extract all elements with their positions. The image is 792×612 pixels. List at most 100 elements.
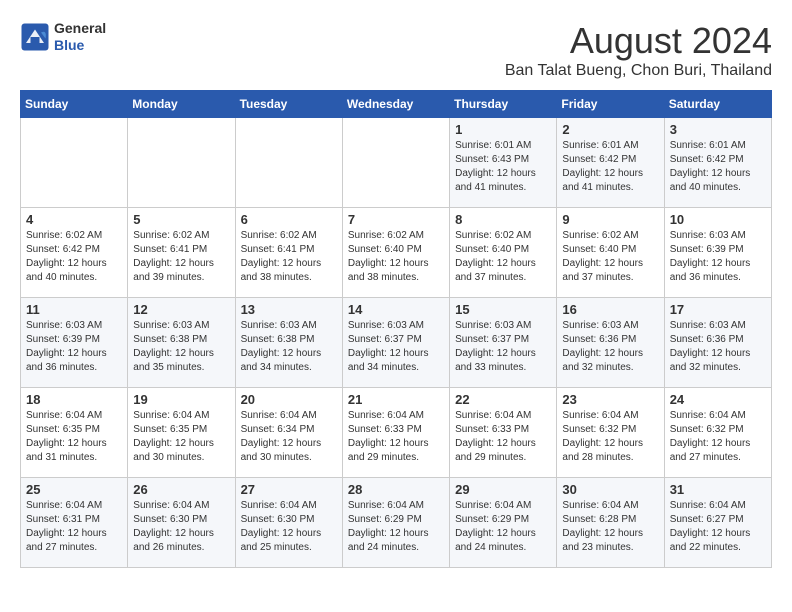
calendar-cell: 25 Sunrise: 6:04 AM Sunset: 6:31 PM Dayli… <box>21 478 128 568</box>
day-info: Sunrise: 6:04 AM Sunset: 6:27 PM Dayligh… <box>670 499 766 555</box>
day-info: Sunrise: 6:02 AM Sunset: 6:41 PM Dayligh… <box>133 229 229 285</box>
day-number: 21 <box>348 392 444 407</box>
day-info: Sunrise: 6:02 AM Sunset: 6:40 PM Dayligh… <box>348 229 444 285</box>
day-info: Sunrise: 6:03 AM Sunset: 6:36 PM Dayligh… <box>562 319 658 375</box>
calendar-cell: 24 Sunrise: 6:04 AM Sunset: 6:32 PM Dayli… <box>664 388 771 478</box>
calendar-cell <box>128 118 235 208</box>
day-info: Sunrise: 6:04 AM Sunset: 6:33 PM Dayligh… <box>348 409 444 465</box>
day-info: Sunrise: 6:03 AM Sunset: 6:38 PM Dayligh… <box>241 319 337 375</box>
day-info: Sunrise: 6:03 AM Sunset: 6:38 PM Dayligh… <box>133 319 229 375</box>
day-number: 23 <box>562 392 658 407</box>
day-number: 14 <box>348 302 444 317</box>
col-header-wednesday: Wednesday <box>342 91 449 118</box>
calendar-cell: 29 Sunrise: 6:04 AM Sunset: 6:29 PM Dayli… <box>450 478 557 568</box>
logo-blue: Blue <box>54 37 106 54</box>
day-number: 29 <box>455 482 551 497</box>
month-year-title: August 2024 <box>505 20 772 62</box>
day-number: 3 <box>670 122 766 137</box>
calendar-cell: 28 Sunrise: 6:04 AM Sunset: 6:29 PM Dayli… <box>342 478 449 568</box>
calendar-cell: 5 Sunrise: 6:02 AM Sunset: 6:41 PM Daylig… <box>128 208 235 298</box>
day-number: 9 <box>562 212 658 227</box>
day-number: 11 <box>26 302 122 317</box>
calendar-week-2: 4 Sunrise: 6:02 AM Sunset: 6:42 PM Daylig… <box>21 208 772 298</box>
page-header: General Blue August 2024 Ban Talat Bueng… <box>20 20 772 80</box>
calendar-cell: 27Sunrise: 6:04 AM Sunset: 6:30 PM Dayli… <box>235 478 342 568</box>
col-header-friday: Friday <box>557 91 664 118</box>
calendar-cell: 12 Sunrise: 6:03 AM Sunset: 6:38 PM Dayli… <box>128 298 235 388</box>
calendar-cell: 16Sunrise: 6:03 AM Sunset: 6:36 PM Dayli… <box>557 298 664 388</box>
calendar-cell: 2 Sunrise: 6:01 AM Sunset: 6:42 PM Daylig… <box>557 118 664 208</box>
logo-icon <box>20 22 50 52</box>
calendar-table: SundayMondayTuesdayWednesdayThursdayFrid… <box>20 90 772 568</box>
day-number: 19 <box>133 392 229 407</box>
calendar-cell: 20Sunrise: 6:04 AM Sunset: 6:34 PM Dayli… <box>235 388 342 478</box>
day-info: Sunrise: 6:04 AM Sunset: 6:29 PM Dayligh… <box>455 499 551 555</box>
day-number: 5 <box>133 212 229 227</box>
day-info: Sunrise: 6:01 AM Sunset: 6:42 PM Dayligh… <box>670 139 766 195</box>
day-info: Sunrise: 6:04 AM Sunset: 6:31 PM Dayligh… <box>26 499 122 555</box>
day-info: Sunrise: 6:02 AM Sunset: 6:41 PM Dayligh… <box>241 229 337 285</box>
calendar-cell: 9 Sunrise: 6:02 AM Sunset: 6:40 PM Daylig… <box>557 208 664 298</box>
calendar-cell: 13 Sunrise: 6:03 AM Sunset: 6:38 PM Dayli… <box>235 298 342 388</box>
calendar-cell: 30 Sunrise: 6:04 AM Sunset: 6:28 PM Dayli… <box>557 478 664 568</box>
day-info: Sunrise: 6:04 AM Sunset: 6:35 PM Dayligh… <box>133 409 229 465</box>
day-info: Sunrise: 6:01 AM Sunset: 6:42 PM Dayligh… <box>562 139 658 195</box>
day-info: Sunrise: 6:04 AM Sunset: 6:33 PM Dayligh… <box>455 409 551 465</box>
day-info: Sunrise: 6:02 AM Sunset: 6:40 PM Dayligh… <box>562 229 658 285</box>
calendar-cell: 31Sunrise: 6:04 AM Sunset: 6:27 PM Dayli… <box>664 478 771 568</box>
calendar-week-1: 1 Sunrise: 6:01 AM Sunset: 6:43 PM Daylig… <box>21 118 772 208</box>
day-number: 18 <box>26 392 122 407</box>
calendar-week-3: 11 Sunrise: 6:03 AM Sunset: 6:39 PM Dayli… <box>21 298 772 388</box>
calendar-week-5: 25 Sunrise: 6:04 AM Sunset: 6:31 PM Dayli… <box>21 478 772 568</box>
calendar-cell <box>342 118 449 208</box>
calendar-cell: 8 Sunrise: 6:02 AM Sunset: 6:40 PM Daylig… <box>450 208 557 298</box>
day-number: 10 <box>670 212 766 227</box>
day-info: Sunrise: 6:04 AM Sunset: 6:28 PM Dayligh… <box>562 499 658 555</box>
logo: General Blue <box>20 20 106 54</box>
day-info: Sunrise: 6:03 AM Sunset: 6:39 PM Dayligh… <box>26 319 122 375</box>
day-info: Sunrise: 6:02 AM Sunset: 6:40 PM Dayligh… <box>455 229 551 285</box>
calendar-cell: 23 Sunrise: 6:04 AM Sunset: 6:32 PM Dayli… <box>557 388 664 478</box>
day-number: 4 <box>26 212 122 227</box>
calendar-cell: 6Sunrise: 6:02 AM Sunset: 6:41 PM Daylig… <box>235 208 342 298</box>
day-number: 17 <box>670 302 766 317</box>
day-number: 7 <box>348 212 444 227</box>
day-number: 1 <box>455 122 551 137</box>
calendar-cell: 11 Sunrise: 6:03 AM Sunset: 6:39 PM Dayli… <box>21 298 128 388</box>
day-info: Sunrise: 6:01 AM Sunset: 6:43 PM Dayligh… <box>455 139 551 195</box>
day-number: 28 <box>348 482 444 497</box>
calendar-cell: 21 Sunrise: 6:04 AM Sunset: 6:33 PM Dayli… <box>342 388 449 478</box>
calendar-cell: 3 Sunrise: 6:01 AM Sunset: 6:42 PM Daylig… <box>664 118 771 208</box>
location-subtitle: Ban Talat Bueng, Chon Buri, Thailand <box>505 62 772 80</box>
day-info: Sunrise: 6:04 AM Sunset: 6:34 PM Dayligh… <box>241 409 337 465</box>
day-number: 30 <box>562 482 658 497</box>
day-info: Sunrise: 6:03 AM Sunset: 6:37 PM Dayligh… <box>455 319 551 375</box>
calendar-cell <box>235 118 342 208</box>
day-number: 15 <box>455 302 551 317</box>
day-number: 27 <box>241 482 337 497</box>
day-info: Sunrise: 6:02 AM Sunset: 6:42 PM Dayligh… <box>26 229 122 285</box>
calendar-cell: 26Sunrise: 6:04 AM Sunset: 6:30 PM Dayli… <box>128 478 235 568</box>
day-number: 24 <box>670 392 766 407</box>
col-header-saturday: Saturday <box>664 91 771 118</box>
calendar-cell: 22 Sunrise: 6:04 AM Sunset: 6:33 PM Dayli… <box>450 388 557 478</box>
day-info: Sunrise: 6:04 AM Sunset: 6:29 PM Dayligh… <box>348 499 444 555</box>
logo-text: General Blue <box>54 20 106 54</box>
col-header-tuesday: Tuesday <box>235 91 342 118</box>
calendar-header-row: SundayMondayTuesdayWednesdayThursdayFrid… <box>21 91 772 118</box>
day-number: 13 <box>241 302 337 317</box>
day-info: Sunrise: 6:04 AM Sunset: 6:32 PM Dayligh… <box>562 409 658 465</box>
day-number: 12 <box>133 302 229 317</box>
calendar-cell: 4 Sunrise: 6:02 AM Sunset: 6:42 PM Daylig… <box>21 208 128 298</box>
col-header-monday: Monday <box>128 91 235 118</box>
day-info: Sunrise: 6:03 AM Sunset: 6:39 PM Dayligh… <box>670 229 766 285</box>
day-info: Sunrise: 6:04 AM Sunset: 6:32 PM Dayligh… <box>670 409 766 465</box>
calendar-cell: 19 Sunrise: 6:04 AM Sunset: 6:35 PM Dayli… <box>128 388 235 478</box>
calendar-cell: 15 Sunrise: 6:03 AM Sunset: 6:37 PM Dayli… <box>450 298 557 388</box>
day-number: 25 <box>26 482 122 497</box>
calendar-cell: 17Sunrise: 6:03 AM Sunset: 6:36 PM Dayli… <box>664 298 771 388</box>
day-number: 22 <box>455 392 551 407</box>
title-block: August 2024 Ban Talat Bueng, Chon Buri, … <box>505 20 772 80</box>
day-number: 2 <box>562 122 658 137</box>
day-number: 8 <box>455 212 551 227</box>
